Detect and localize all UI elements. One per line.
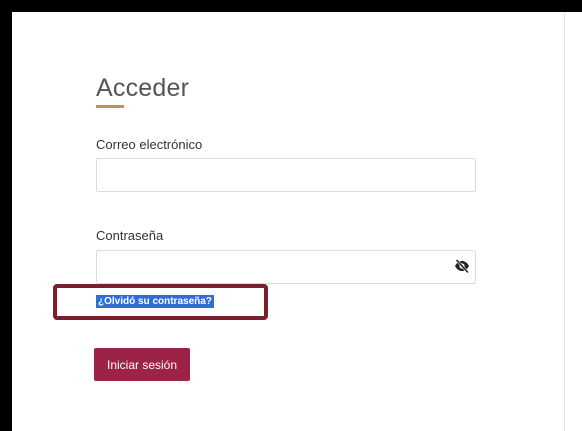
eye-slash-icon[interactable] xyxy=(454,258,470,274)
email-field[interactable] xyxy=(96,158,476,192)
email-label: Correo electrónico xyxy=(96,137,203,152)
forgot-password-link[interactable]: ¿Olvidó su contraseña? xyxy=(96,295,214,308)
screen-top-border xyxy=(0,0,582,12)
password-field[interactable] xyxy=(96,250,476,284)
panel-right-border xyxy=(564,12,565,431)
login-page: Acceder Correo electrónico Contraseña ¿O… xyxy=(0,0,582,431)
title-accent-underline xyxy=(96,105,124,108)
login-button[interactable]: Iniciar sesión xyxy=(94,348,190,381)
page-title: Acceder xyxy=(96,74,190,102)
password-label: Contraseña xyxy=(96,228,164,243)
screen-left-border xyxy=(0,0,12,431)
